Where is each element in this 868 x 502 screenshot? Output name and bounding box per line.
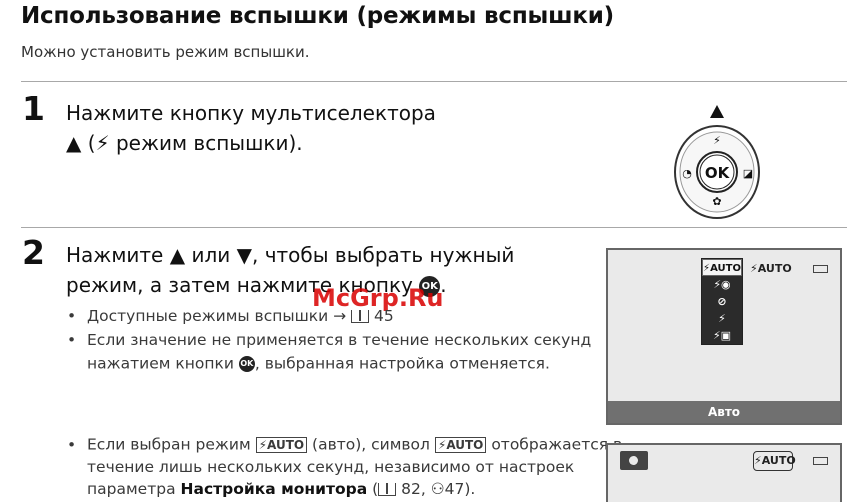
- bullet-3-line-3c: 82,: [401, 480, 426, 498]
- step-1-paren: (: [87, 131, 96, 155]
- bullet-3-line-3: параметра Настройка монитора ( 82, ⚇47).: [87, 480, 476, 498]
- battery-icon: [813, 457, 828, 465]
- step-2-number: 2: [22, 233, 45, 272]
- divider: [21, 81, 847, 82]
- bullet-3-line-1c: отображается в: [491, 435, 623, 454]
- bullet-3-line-3d: 47).: [444, 480, 476, 498]
- step-1-line-1: Нажмите кнопку мультиселектора: [66, 101, 436, 125]
- page-ref: 45: [374, 307, 394, 325]
- divider: [21, 227, 847, 228]
- bullet-3-line-1a: Если выбран режим: [87, 435, 251, 454]
- up-arrow-icon: [710, 105, 724, 118]
- flash-mode-indicator: ⚡AUTO: [750, 262, 792, 275]
- monitor-settings-ref: Настройка монитора: [180, 480, 368, 498]
- bullet-1-text: Доступные режимы вспышки →: [87, 307, 347, 325]
- flash-icon: ⚡: [713, 134, 721, 147]
- down-triangle-icon: ▼: [236, 243, 252, 267]
- flash-auto-indicator: ⚡AUTO: [753, 451, 796, 471]
- flash-icon: ⚡: [95, 131, 110, 155]
- step-1-number: 1: [22, 89, 45, 128]
- step-1-line-2: ▲ (⚡ режим вспышки).: [66, 133, 303, 153]
- menu-item-auto: ⚡AUTO: [702, 259, 742, 276]
- camera-screen-flash-menu: ⚡AUTO ⚡◉ ⊘ ⚡ ⚡▣ ⚡AUTO Авто: [606, 248, 842, 425]
- step-2-text-a: Нажмите: [66, 243, 164, 267]
- mode-caption: Авто: [608, 401, 840, 423]
- menu-item-fill: ⚡: [718, 312, 726, 325]
- bullet-2-line-2b: , выбранная настройка отменяется.: [254, 354, 550, 373]
- exposure-icon: ◪: [743, 167, 753, 180]
- flash-mode-menu: ⚡AUTO ⚡◉ ⊘ ⚡ ⚡▣: [701, 258, 743, 345]
- step-2-line-1: Нажмите ▲ или ▼, чтобы выбрать нужный: [66, 245, 514, 265]
- up-triangle-icon: ▲: [66, 131, 82, 155]
- flash-auto-icon: ⚡AUTO: [434, 437, 487, 453]
- bullet-3: • Если выбран режим ⚡AUTO (авто), символ …: [67, 435, 623, 454]
- macro-icon: ✿: [712, 195, 721, 208]
- bullet-3-line-2: течение лишь нескольких секунд, независи…: [87, 458, 575, 476]
- bullet-1: • Доступные режимы вспышки → 45: [67, 307, 394, 325]
- menu-item-slow-sync: ⚡▣: [712, 329, 732, 342]
- step-2-text-c: , чтобы выбрать нужный: [252, 243, 515, 267]
- book-icon: [378, 483, 397, 496]
- step-2-text-b: или: [191, 243, 231, 267]
- bullet-2-line-2a: нажатием кнопки: [87, 354, 234, 373]
- bullet-2-cont: нажатием кнопки OK, выбранная настройка …: [87, 356, 550, 372]
- step-1-line-2-text: режим вспышки).: [109, 131, 303, 155]
- page-subtitle: Можно установить режим вспышки.: [21, 43, 310, 61]
- menu-item-red-eye: ⚡◉: [713, 278, 731, 291]
- reference-icon: ⚇: [430, 480, 445, 498]
- menu-item-off: ⊘: [717, 295, 727, 308]
- page-title: Использование вспышки (режимы вспышки): [21, 3, 614, 29]
- multi-selector-diagram: OK ⚡ ◔ ◪ ✿: [674, 105, 760, 219]
- bullet-2-line-1: Если значение не применяется в течение н…: [87, 331, 592, 349]
- bullet-2: • Если значение не применяется в течение …: [67, 331, 592, 349]
- ok-button-icon: OK: [238, 356, 255, 372]
- battery-icon: [813, 265, 828, 273]
- camera-screen-shooting: ⚡AUTO: [606, 443, 842, 502]
- flash-auto-icon: ⚡AUTO: [255, 437, 308, 453]
- self-timer-icon: ◔: [682, 167, 692, 180]
- bullet-3-line-1b: (авто), символ: [312, 435, 430, 454]
- book-icon: [351, 310, 370, 323]
- camera-icon: [620, 451, 648, 470]
- up-triangle-icon: ▲: [169, 243, 186, 267]
- bullet-3-line-3a: параметра: [87, 480, 176, 498]
- ok-button-icon: OK: [705, 164, 731, 182]
